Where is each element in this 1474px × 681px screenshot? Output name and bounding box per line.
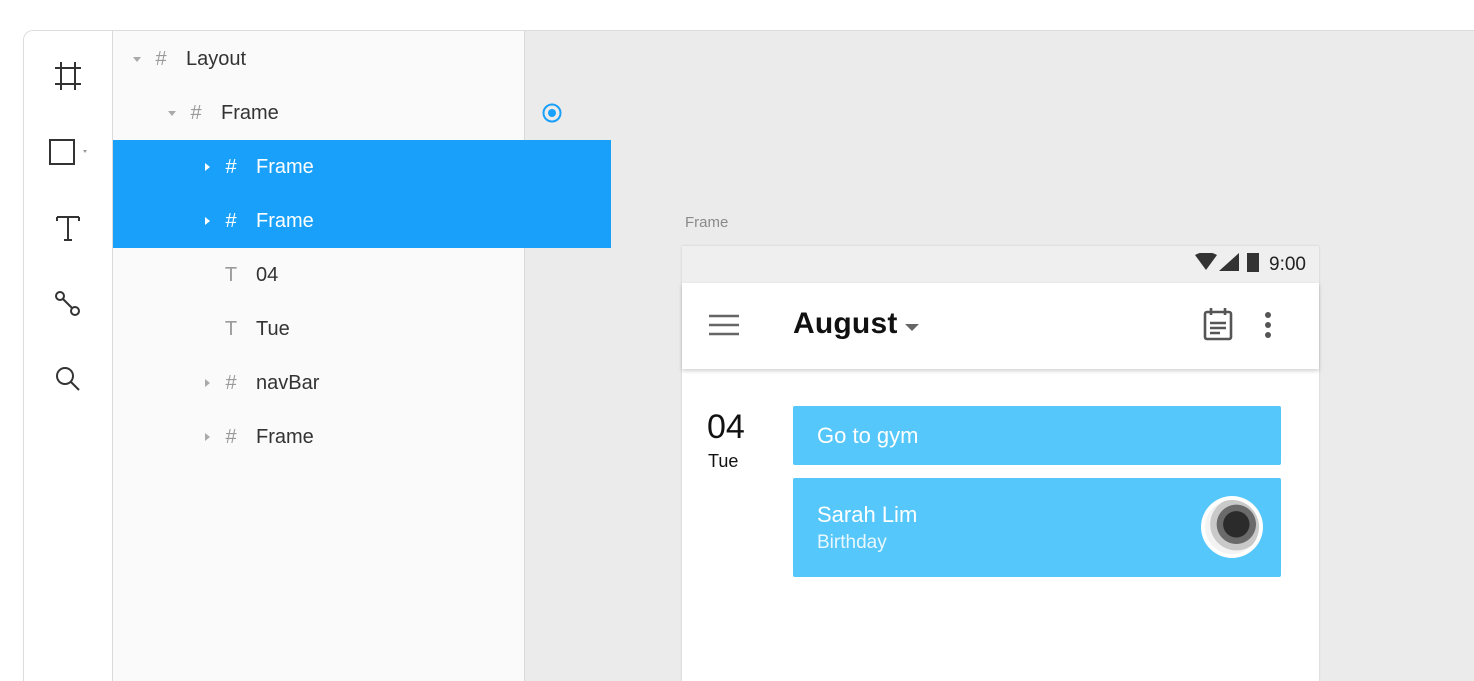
caret-right-icon[interactable] [200,432,214,442]
signal-icon [1219,253,1240,276]
menu-icon[interactable] [708,314,740,341]
status-time: 9:00 [1269,253,1306,275]
event-title: Sarah Lim [817,502,918,527]
app-bar: August [682,283,1319,369]
layer-label: Frame [256,425,314,448]
layer-label: Frame [221,101,279,124]
battery-icon [1247,252,1260,277]
frame-icon: # [225,371,237,394]
search-icon[interactable] [24,354,112,404]
canvas[interactable]: Frame 9:00 August 04 Tue Go to gym Sarah… [525,31,1474,681]
day-name: Tue [708,451,739,471]
layer-item-layout[interactable]: # Layout [113,32,541,86]
app-window: # Layout # Frame # Frame # Frame T 04 T [23,30,1474,681]
toolbar [24,31,113,681]
frame-icon: # [225,155,237,178]
caret-right-icon[interactable] [200,216,214,226]
avatar-photo [1205,500,1259,554]
frame-title-label[interactable]: Frame [685,214,728,231]
calendar-icon[interactable] [1203,307,1233,346]
layers-panel: # Layout # Frame # Frame # Frame T 04 T [113,31,611,681]
wifi-icon [1195,252,1218,276]
event-card[interactable]: Sarah Lim Birthday [793,478,1281,577]
text-layer-icon: T [224,317,238,340]
month-title[interactable]: August [793,307,898,341]
layer-label: Frame [256,155,314,178]
frame-icon: # [225,209,237,232]
phone-frame[interactable]: 9:00 August 04 Tue Go to gym Sarah Lim B… [682,246,1319,681]
frame-tool-icon[interactable] [24,51,112,101]
text-layer-icon: T [224,263,238,286]
frame-icon: # [155,47,167,70]
text-tool-icon[interactable] [24,203,112,253]
caret-right-icon[interactable] [200,162,214,172]
more-vert-icon[interactable] [1264,311,1272,344]
layer-label: Layout [186,47,247,70]
event-title: Go to gym [817,423,919,448]
frame-icon: # [225,425,237,448]
layer-label: Tue [256,317,290,340]
layer-label: navBar [256,371,320,394]
status-bar: 9:00 [682,246,1319,283]
layer-item-frame[interactable]: # Frame [113,86,576,140]
event-subtitle: Birthday [817,532,887,553]
event-card[interactable]: Go to gym [793,406,1281,465]
rectangle-tool-icon[interactable] [24,127,112,177]
caret-right-icon[interactable] [200,378,214,388]
day-number: 04 [707,408,745,446]
caret-down-icon[interactable] [130,54,144,64]
caret-down-icon[interactable] [165,108,179,118]
pen-tool-icon[interactable] [24,279,112,329]
layer-label: Frame [256,209,314,232]
frame-icon: # [190,101,202,124]
dropdown-arrow-icon[interactable] [904,320,920,338]
layer-label: 04 [256,263,279,286]
avatar [1201,496,1263,558]
